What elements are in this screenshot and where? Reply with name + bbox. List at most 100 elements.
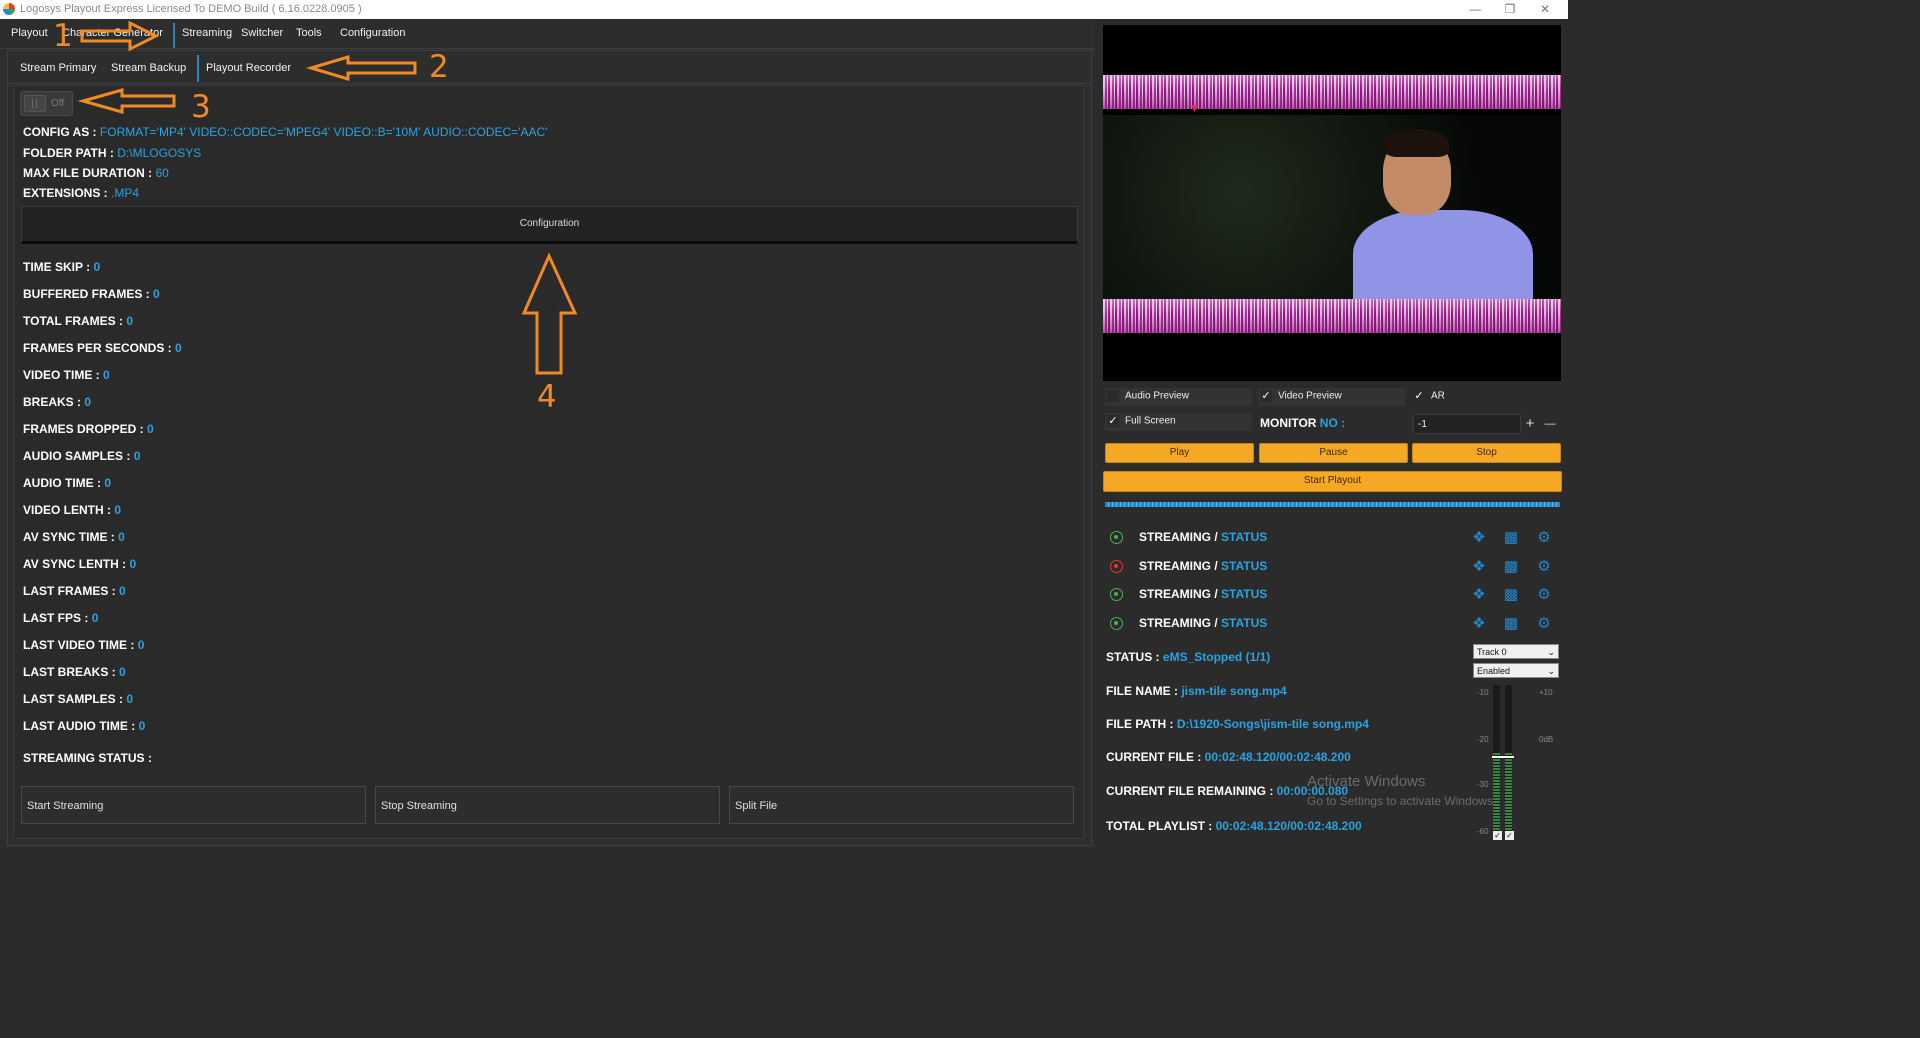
status-indicator-icon [1110,617,1123,630]
ar-checkbox[interactable]: ✓ AR [1413,390,1445,408]
left-panel: Playout Character Generator Streaming Sw… [0,18,1095,848]
stat-row: LAST VIDEO TIME : 0 [23,638,144,652]
close-button[interactable]: ✕ [1522,1,1568,18]
track-select[interactable]: Track 0 ⌄ [1473,644,1559,659]
stat-row: FRAMES PER SECONDS : 0 [23,341,182,355]
tab-stream-primary[interactable]: Stream Primary [20,62,96,74]
status-value: eMS_Stopped (1/1) [1162,650,1271,664]
play-button[interactable]: Play [1105,443,1254,463]
menu-tools[interactable]: Tools [296,27,322,39]
menu-switcher[interactable]: Switcher [241,27,283,39]
monitor-label-text: MONITOR [1260,416,1317,430]
monitor-number-input[interactable]: -1 [1413,414,1521,434]
status-indicator-icon [1110,531,1123,544]
start-streaming-button[interactable]: Start Streaming [21,786,366,824]
stat-value: 0 [147,422,154,436]
folder-icon[interactable]: ▩ [1501,614,1521,632]
toggle-label: Off [51,98,65,109]
stat-label: FRAMES PER SECONDS : [23,341,172,355]
minus-icon[interactable]: — [1541,414,1559,434]
stat-label: LAST FRAMES : [23,584,116,598]
stat-row: FRAMES DROPPED : 0 [23,422,154,436]
checkmark-icon[interactable]: ✓ [1493,831,1502,840]
menu-playout[interactable]: Playout [11,27,48,39]
ar-label: AR [1431,390,1445,402]
split-file-button[interactable]: Split File [729,786,1074,824]
stat-label: AV SYNC TIME : [23,530,115,544]
stat-value: 0 [114,503,122,517]
status-row: STATUS : eMS_Stopped (1/1) [1106,650,1270,664]
gear-icon[interactable]: ⚙ [1534,614,1554,632]
chevron-down-icon: ⌄ [1547,666,1555,676]
vu-peak-marker [1492,756,1514,758]
stream-label: STREAMING / [1139,616,1218,630]
checkmark-icon: ✓ [1260,390,1272,402]
video-preview-checkbox[interactable]: ✓ Video Preview [1260,390,1342,408]
checkmark-icon[interactable]: ✓ [1505,831,1514,840]
streaming-panel: Stream Primary Stream Backup Playout Rec… [7,50,1092,846]
stream-status-value: STATUS [1221,616,1268,630]
plug-icon[interactable]: ❖ [1469,557,1489,575]
folder-icon[interactable]: ▩ [1501,585,1521,603]
recorder-toggle[interactable]: Off [20,91,73,116]
stat-label: VIDEO TIME : [23,368,100,382]
tab-stream-backup[interactable]: Stream Backup [111,62,186,74]
stat-value: 0 [175,341,182,355]
vu-scale-label: -20 [1477,735,1489,744]
audio-preview-checkbox[interactable]: Audio Preview [1107,390,1189,408]
start-playout-button[interactable]: Start Playout [1103,471,1562,492]
stop-button[interactable]: Stop [1412,443,1561,463]
stat-row: BUFFERED FRAMES : 0 [23,287,160,301]
stat-row: LAST FPS : 0 [23,611,98,625]
menu-configuration[interactable]: Configuration [340,27,405,39]
enabled-select-value: Enabled [1477,666,1511,676]
stream-status-text: STREAMING / STATUS [1139,530,1267,544]
stat-label: AUDIO SAMPLES : [23,449,131,463]
stream-status-row: STREAMING / STATUS ❖ ▩ ⚙ [1105,555,1565,581]
gear-icon[interactable]: ⚙ [1534,557,1554,575]
stat-row: AUDIO TIME : 0 [23,476,111,490]
vu-meter-right [1505,685,1512,833]
tab-playout-recorder[interactable]: Playout Recorder [206,62,291,74]
stat-value: 0 [119,665,126,679]
vu-scale-label: -60 [1477,827,1489,836]
stop-streaming-button[interactable]: Stop Streaming [375,786,720,824]
stat-label: LAST BREAKS : [23,665,116,679]
stat-row: VIDEO LENTH : 0 [23,503,121,517]
vu-scale-label: -30 [1477,780,1489,789]
folder-path-row: FOLDER PATH : D:\MLOGOSYS [23,146,201,160]
gear-icon[interactable]: ⚙ [1534,528,1554,546]
annotation-arrow-1 [80,20,160,52]
file-name-value: jism-tile song.mp4 [1181,684,1287,698]
recorder-content: Off CONFIG AS : FORMAT='MP4' VIDEO::CODE… [13,85,1084,839]
stat-label: TIME SKIP : [23,260,91,274]
max-duration-label: MAX FILE DURATION : [23,166,153,180]
pause-button[interactable]: Pause [1259,443,1408,463]
folder-icon[interactable]: ▩ [1501,557,1521,575]
stat-value: 0 [103,368,110,382]
stat-label: LAST FPS : [23,611,89,625]
plus-icon[interactable]: + [1521,414,1539,434]
playout-progress-bar [1105,502,1560,507]
menu-streaming[interactable]: Streaming [182,27,232,39]
divider [0,48,1095,49]
annotation-arrow-3 [77,88,176,114]
annotation-arrow-4 [521,252,578,375]
plug-icon[interactable]: ❖ [1469,585,1489,603]
total-playlist-value: 00:02:48.120/00:02:48.200 [1215,819,1362,833]
gear-icon[interactable]: ⚙ [1534,585,1554,603]
stat-row: VIDEO TIME : 0 [23,368,110,382]
folder-icon[interactable]: ▩ [1501,528,1521,546]
annotation-number-2: 2 [429,49,449,85]
current-file-label: CURRENT FILE : [1106,750,1202,764]
plug-icon[interactable]: ❖ [1469,614,1489,632]
stream-label: STREAMING / [1139,559,1218,573]
stat-label: FRAMES DROPPED : [23,422,144,436]
plug-icon[interactable]: ❖ [1469,528,1489,546]
full-screen-checkbox[interactable]: ✓ Full Screen [1107,415,1176,433]
stream-status-text: STREAMING / STATUS [1139,587,1267,601]
configuration-button[interactable]: Configuration [21,206,1078,244]
track-select-value: Track 0 [1477,647,1507,657]
stream-status-row: STREAMING / STATUS ❖ ▩ ⚙ [1105,612,1565,638]
enabled-select[interactable]: Enabled ⌄ [1473,663,1559,678]
